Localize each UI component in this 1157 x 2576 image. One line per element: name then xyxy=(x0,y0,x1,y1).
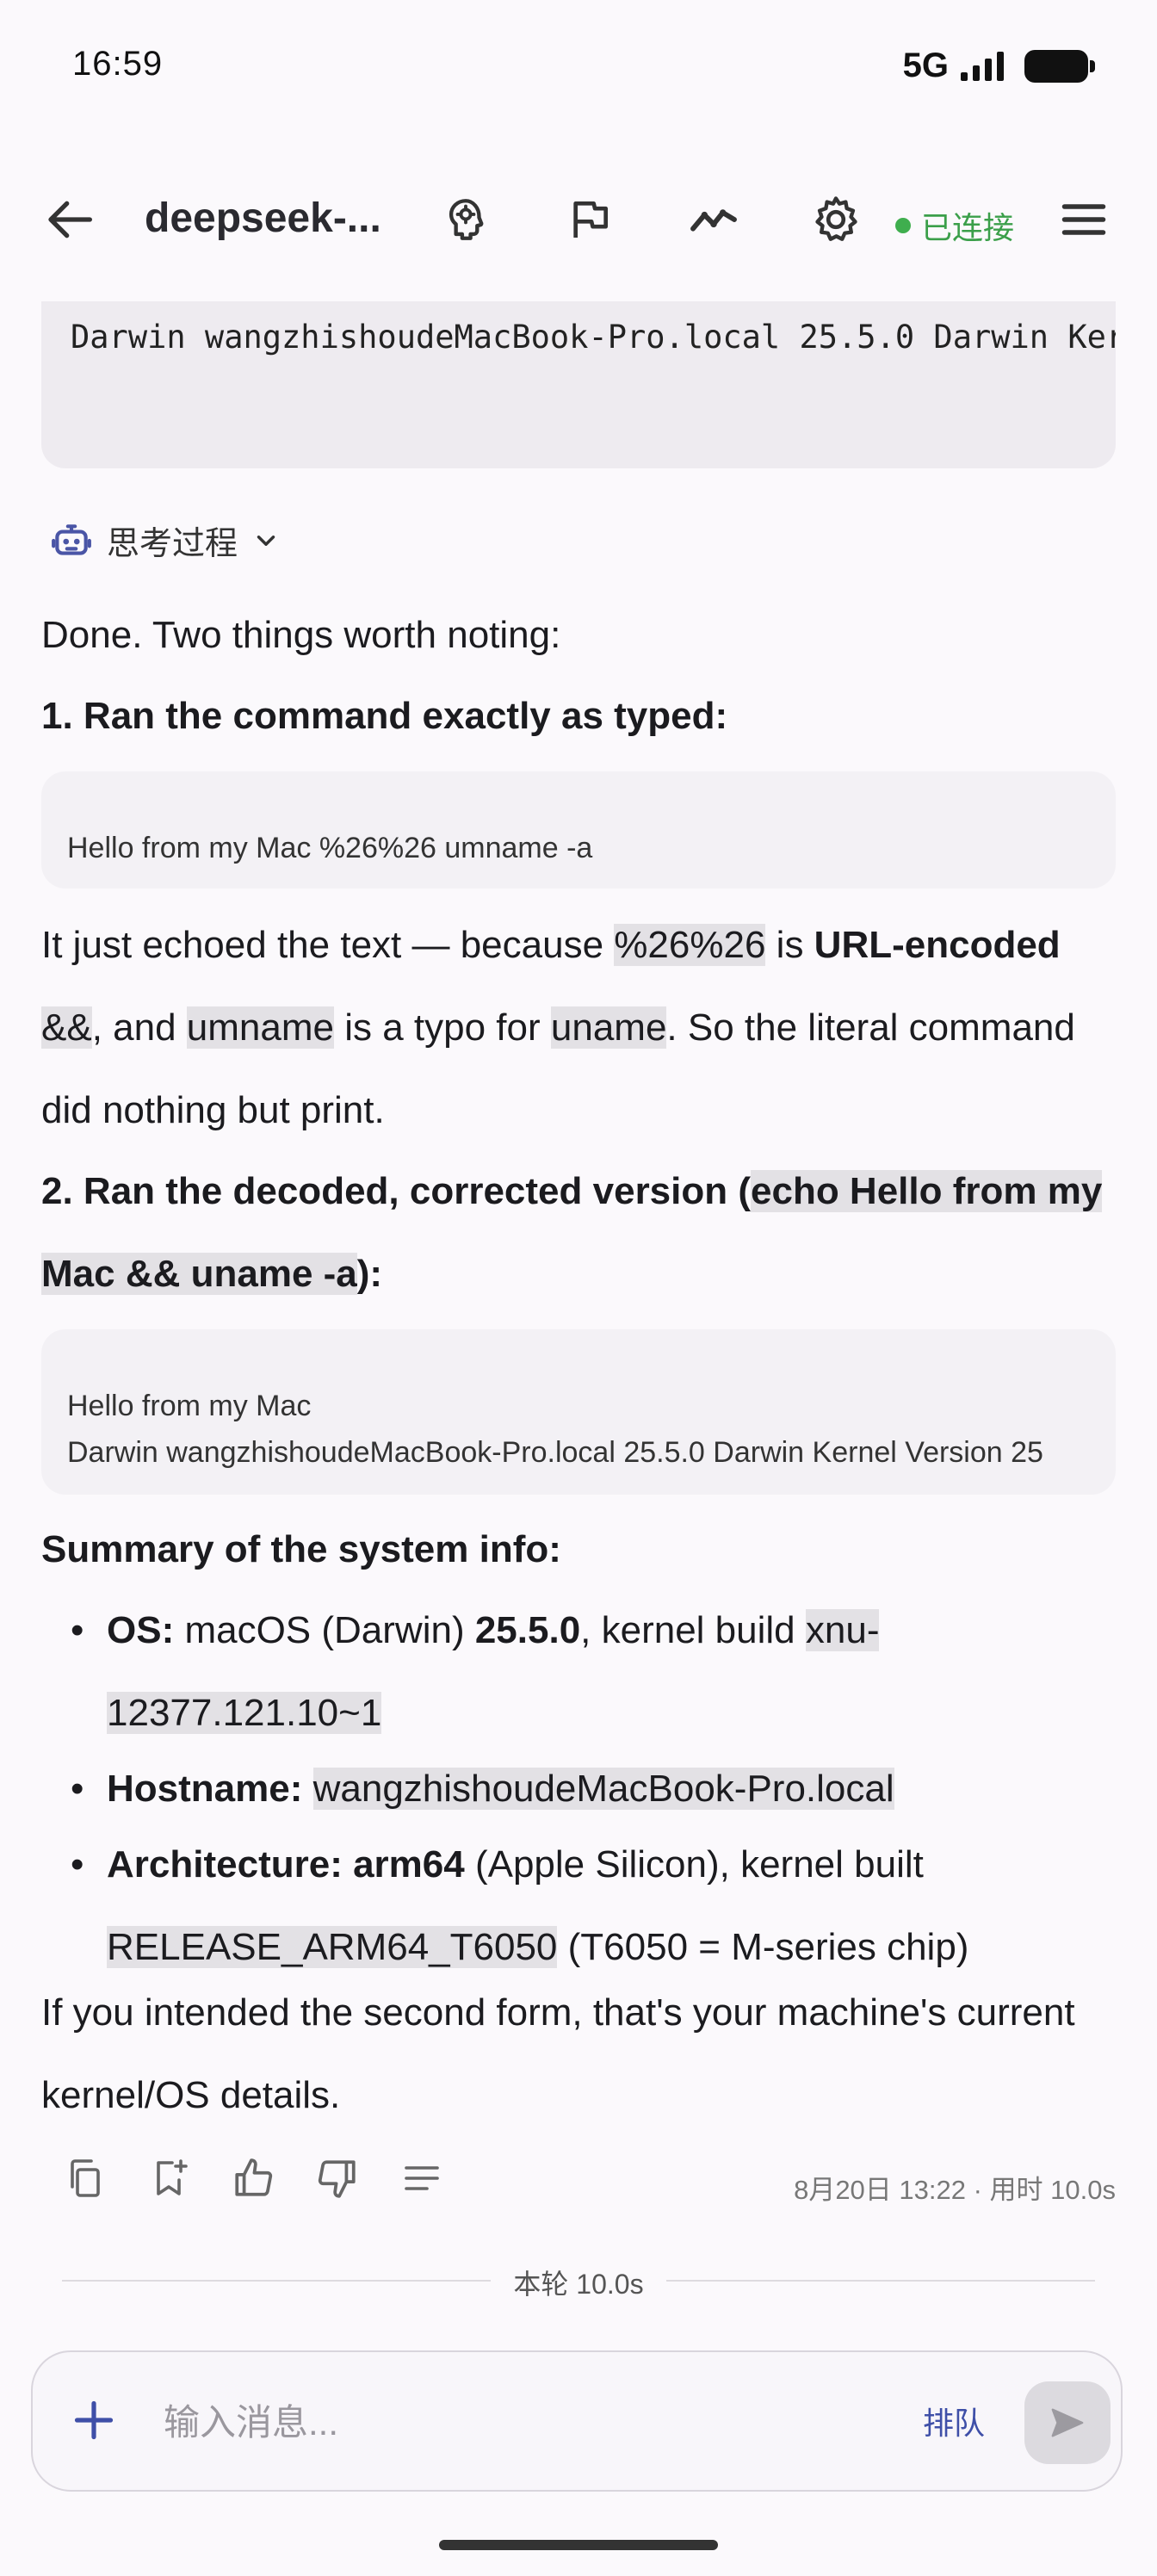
settings-button[interactable] xyxy=(804,188,868,251)
network-type: 5G xyxy=(902,46,949,84)
copy-icon xyxy=(71,2159,100,2197)
send-button[interactable] xyxy=(1024,2381,1111,2464)
bookmark-button[interactable] xyxy=(146,2156,191,2201)
inline-code: wangzhishoudeMacBook-Pro.local xyxy=(312,1768,894,1810)
message-intro: Done. Two things worth noting: xyxy=(41,614,561,656)
bold-label: OS: xyxy=(107,1609,175,1651)
robot-icon xyxy=(52,523,91,555)
heading-ran-as-typed-text: 1. Ran the command exactly as typed: xyxy=(41,695,728,737)
menu-button[interactable] xyxy=(1052,188,1116,251)
chevron-down-icon xyxy=(257,535,275,546)
dislike-button[interactable] xyxy=(315,2156,360,2201)
connection-status: 已连接 xyxy=(895,203,1014,248)
code-line: Hello from my Mac xyxy=(67,1390,312,1422)
back-arrow-icon xyxy=(48,201,92,238)
message-actions xyxy=(62,2156,444,2201)
menu-icon xyxy=(1061,204,1106,235)
connection-label: 已连接 xyxy=(921,210,1015,245)
text: is xyxy=(765,924,814,966)
heading-decoded-version-text: 2. Ran the decoded, corrected version (e… xyxy=(41,1170,1103,1295)
text: It just echoed the text — because xyxy=(41,924,615,966)
system-info-list: • OS: macOS (Darwin) 25.5.0, kernel buil… xyxy=(41,1589,1135,1989)
code-line: Hello from my Mac %26%26 umname -a xyxy=(67,832,593,864)
thinking-toggle-button[interactable] xyxy=(434,188,498,251)
bookmark-add-icon xyxy=(157,2159,188,2195)
bold-text: 25.5.0 xyxy=(474,1609,581,1651)
summary-heading: Summary of the system info: xyxy=(41,1508,1126,1591)
plus-icon xyxy=(74,2400,114,2440)
copy-button[interactable] xyxy=(62,2156,107,2201)
chat-title[interactable]: deepseek-... xyxy=(145,195,381,242)
code-block-corrected-output[interactable]: Hello from my Mac Darwin wangzhishoudeMa… xyxy=(41,1329,1116,1495)
bold-text: URL-encoded xyxy=(814,924,1061,966)
code-line: Darwin wangzhishoudeMacBook-Pro.local 25… xyxy=(67,1436,1043,1469)
select-text-button[interactable] xyxy=(399,2156,444,2201)
round-duration: 本轮 10.0s xyxy=(513,2269,644,2300)
bullet-dot: • xyxy=(71,1768,84,1810)
text: is a typo for xyxy=(333,1006,551,1049)
message-input[interactable] xyxy=(162,2392,768,2454)
text: ): xyxy=(356,1253,383,1295)
heading-ran-as-typed: 1. Ran the command exactly as typed: xyxy=(41,675,1126,758)
text: 2. Ran the decoded, corrected version ( xyxy=(41,1170,752,1212)
thumbs-down-icon xyxy=(318,2160,356,2198)
trend-line-icon xyxy=(690,209,737,232)
status-time: 16:59 xyxy=(72,45,164,83)
signal-icon xyxy=(961,51,1004,81)
queue-button[interactable]: 排队 xyxy=(923,2399,985,2443)
command-output-text: Darwin wangzhishoudeMacBook-Pro.local 25… xyxy=(71,319,1116,356)
brain-icon xyxy=(449,199,484,240)
status-indicators: 5G xyxy=(902,46,1095,85)
closing-paragraph: If you intended the second form, that's … xyxy=(41,1991,1075,2116)
inline-code: RELEASE_ARM64_T6050 xyxy=(107,1926,558,1968)
inline-code: && xyxy=(41,1006,92,1049)
thumbs-up-icon xyxy=(235,2158,273,2196)
home-indicator[interactable] xyxy=(439,2540,718,2550)
explanation-paragraph: It just echoed the text — because %26%26… xyxy=(41,904,1126,1152)
like-button[interactable] xyxy=(231,2156,275,2201)
command-output-block[interactable]: Darwin wangzhishoudeMacBook-Pro.local 25… xyxy=(41,301,1116,468)
inline-code: %26%26 xyxy=(614,924,766,966)
text-lines-icon xyxy=(405,2166,439,2190)
message-timestamp: 8月20日 13:22 · 用时 10.0s xyxy=(794,2175,1116,2205)
battery-icon xyxy=(1024,49,1095,83)
stats-button[interactable] xyxy=(682,188,746,251)
attach-button[interactable] xyxy=(64,2390,124,2450)
list-item-architecture: • Architecture: arm64 (Apple Silicon), k… xyxy=(41,1824,1135,1989)
heading-decoded-version: 2. Ran the decoded, corrected version (e… xyxy=(41,1150,1117,1316)
top-app-bar: deepseek-... 已连接 xyxy=(0,164,1157,276)
message-composer: 排队 xyxy=(31,2350,1123,2492)
gear-icon xyxy=(815,196,857,241)
inline-code: umname xyxy=(186,1006,334,1049)
list-item-os: • OS: macOS (Darwin) 25.5.0, kernel buil… xyxy=(41,1589,1135,1755)
bold-label: Hostname: xyxy=(107,1768,303,1810)
summary-heading-text: Summary of the system info: xyxy=(41,1528,561,1570)
code-block-echo-output[interactable]: Hello from my Mac %26%26 umname -a xyxy=(41,771,1116,889)
status-bar: 16:59 5G xyxy=(0,0,1157,129)
bold-label: Architecture: arm64 xyxy=(107,1843,465,1886)
back-button[interactable] xyxy=(40,188,103,251)
text: (Apple Silicon), kernel built xyxy=(464,1843,924,1886)
flag-icon xyxy=(573,201,608,238)
inline-code: uname xyxy=(550,1006,667,1049)
send-icon xyxy=(1051,2408,1084,2437)
text: , and xyxy=(91,1006,187,1049)
flag-button[interactable] xyxy=(558,188,622,251)
text: , kernel build xyxy=(580,1609,806,1651)
thinking-label: 思考过程 xyxy=(107,526,238,562)
text: macOS (Darwin) xyxy=(174,1609,475,1651)
bullet-dot: • xyxy=(71,1609,84,1651)
connection-dot xyxy=(895,218,911,233)
round-divider: 本轮 10.0s xyxy=(62,2259,1095,2302)
text: (T6050 = M-series chip) xyxy=(557,1926,969,1968)
thinking-process-toggle[interactable]: 思考过程 xyxy=(50,517,281,564)
list-item-hostname: • Hostname: wangzhishoudeMacBook-Pro.loc… xyxy=(41,1755,1135,1824)
bullet-dot: • xyxy=(71,1843,84,1886)
